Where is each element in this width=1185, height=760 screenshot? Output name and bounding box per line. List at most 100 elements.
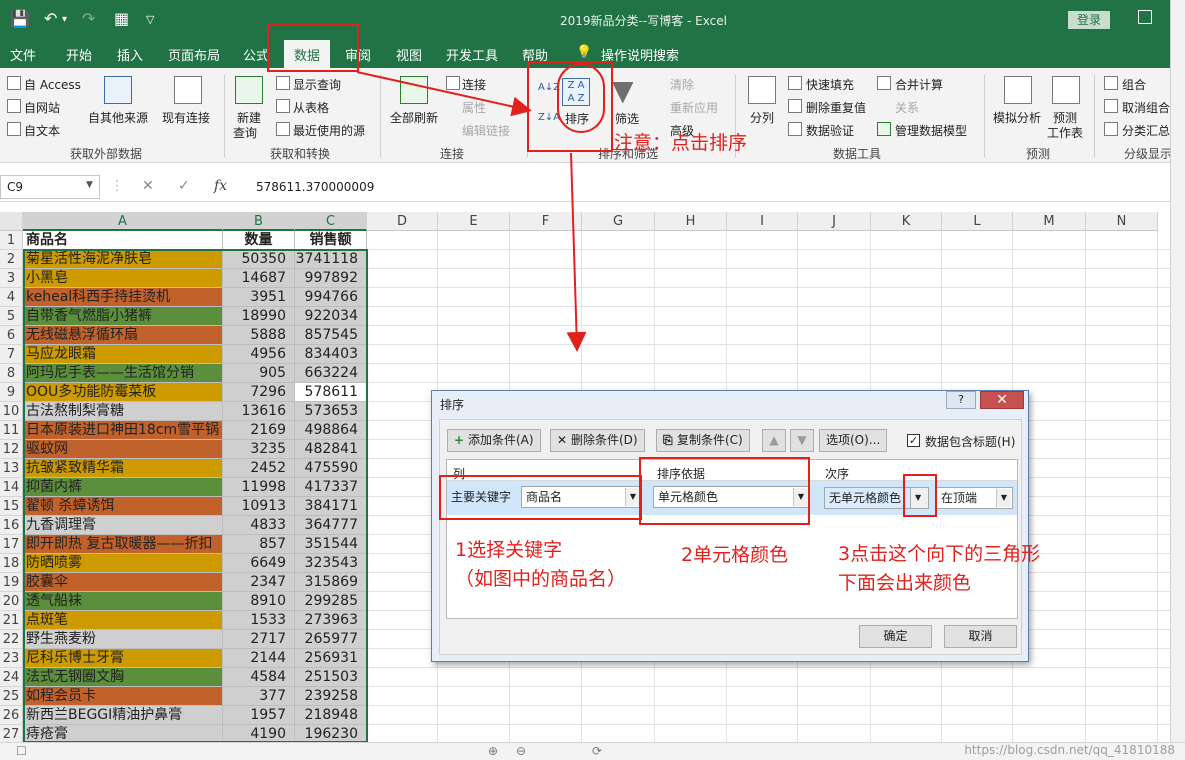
- row-header[interactable]: 21: [0, 611, 23, 630]
- row-header[interactable]: 26: [0, 706, 23, 725]
- tab-view[interactable]: 视图: [396, 45, 422, 64]
- row-header[interactable]: 22: [0, 630, 23, 649]
- manage-data-model-button[interactable]: 管理数据模型: [895, 122, 967, 139]
- row-header[interactable]: 13: [0, 459, 23, 478]
- recent-sources-button[interactable]: 最近使用的源: [293, 122, 365, 139]
- save-icon[interactable]: 💾: [10, 9, 30, 28]
- sales-cell[interactable]: 857545: [295, 326, 367, 345]
- quantity-cell[interactable]: 4956: [223, 345, 295, 364]
- quantity-cell[interactable]: 857: [223, 535, 295, 554]
- sales-cell[interactable]: 498864: [295, 421, 367, 440]
- data-validation-button[interactable]: 数据验证: [806, 122, 854, 139]
- row-header[interactable]: 7: [0, 345, 23, 364]
- ungroup-button[interactable]: 取消组合: [1122, 99, 1170, 116]
- quantity-cell[interactable]: 6649: [223, 554, 295, 573]
- sales-cell[interactable]: 265977: [295, 630, 367, 649]
- product-name-cell[interactable]: 防晒喷雾: [23, 554, 223, 573]
- ok-button[interactable]: 确定: [859, 625, 932, 648]
- cancel-button[interactable]: 取消: [944, 625, 1017, 648]
- product-name-cell[interactable]: 法式无钢圈文胸: [23, 668, 223, 687]
- tab-formulas[interactable]: 公式: [243, 45, 269, 64]
- sales-cell[interactable]: 239258: [295, 687, 367, 706]
- refresh-all-button[interactable]: 全部刷新: [390, 109, 438, 126]
- sales-cell[interactable]: 351544: [295, 535, 367, 554]
- product-name-cell[interactable]: 抗皱紧致精华霜: [23, 459, 223, 478]
- flash-fill-button[interactable]: 快速填充: [806, 76, 854, 93]
- quantity-cell[interactable]: 4833: [223, 516, 295, 535]
- sales-cell[interactable]: 364777: [295, 516, 367, 535]
- has-headers-checkbox[interactable]: ✓: [907, 434, 920, 447]
- properties-button[interactable]: 属性: [462, 99, 486, 116]
- column-header-m[interactable]: M: [1013, 212, 1086, 231]
- group-button[interactable]: 组合: [1122, 76, 1146, 93]
- header-cell[interactable]: 数量: [223, 231, 295, 250]
- sales-cell[interactable]: 922034: [295, 307, 367, 326]
- row-header[interactable]: 16: [0, 516, 23, 535]
- insert-function-icon[interactable]: fx: [214, 178, 227, 194]
- quantity-cell[interactable]: 4190: [223, 725, 295, 742]
- column-header-l[interactable]: L: [942, 212, 1013, 231]
- row-header[interactable]: 24: [0, 668, 23, 687]
- row-header[interactable]: 19: [0, 573, 23, 592]
- relationships-button[interactable]: 关系: [895, 99, 919, 116]
- name-box-dropdown-icon[interactable]: ▼: [86, 180, 93, 190]
- sales-cell[interactable]: 834403: [295, 345, 367, 364]
- quantity-cell[interactable]: 1957: [223, 706, 295, 725]
- quantity-cell[interactable]: 2347: [223, 573, 295, 592]
- product-name-cell[interactable]: 如程会员卡: [23, 687, 223, 706]
- product-name-cell[interactable]: keheal科西手持挂烫机: [23, 288, 223, 307]
- undo-icon[interactable]: ↶: [44, 9, 57, 28]
- product-name-cell[interactable]: 抑菌内裤: [23, 478, 223, 497]
- quantity-cell[interactable]: 14687: [223, 269, 295, 288]
- quantity-cell[interactable]: 3951: [223, 288, 295, 307]
- product-name-cell[interactable]: 痔疮膏: [23, 725, 223, 742]
- tab-developer[interactable]: 开发工具: [446, 45, 498, 64]
- sales-cell[interactable]: 3741118: [295, 250, 367, 269]
- column-header-n[interactable]: N: [1086, 212, 1158, 231]
- column-header-h[interactable]: H: [655, 212, 727, 231]
- quantity-cell[interactable]: 2144: [223, 649, 295, 668]
- quantity-cell[interactable]: 3235: [223, 440, 295, 459]
- select-all-corner[interactable]: [0, 212, 23, 231]
- sales-cell[interactable]: 273963: [295, 611, 367, 630]
- quantity-cell[interactable]: 4584: [223, 668, 295, 687]
- sales-cell[interactable]: 482841: [295, 440, 367, 459]
- product-name-cell[interactable]: 翟顿 杀蟑诱饵: [23, 497, 223, 516]
- remove-duplicates-button[interactable]: 删除重复值: [806, 99, 866, 116]
- copy-level-button[interactable]: ⎘ 复制条件(C): [656, 429, 750, 452]
- row-header[interactable]: 8: [0, 364, 23, 383]
- move-down-button[interactable]: ▼: [790, 429, 814, 452]
- product-name-cell[interactable]: 透气船袜: [23, 592, 223, 611]
- column-header-j[interactable]: J: [798, 212, 871, 231]
- row-header[interactable]: 10: [0, 402, 23, 421]
- sales-cell[interactable]: 256931: [295, 649, 367, 668]
- tab-home[interactable]: 开始: [66, 45, 92, 64]
- row-header[interactable]: 6: [0, 326, 23, 345]
- quantity-cell[interactable]: 5888: [223, 326, 295, 345]
- column-header-a[interactable]: A: [23, 212, 223, 231]
- column-header-d[interactable]: D: [367, 212, 438, 231]
- column-header-k[interactable]: K: [871, 212, 942, 231]
- row-header[interactable]: 3: [0, 269, 23, 288]
- quantity-cell[interactable]: 8910: [223, 592, 295, 611]
- product-name-cell[interactable]: 自带香气燃脂小猪裤: [23, 307, 223, 326]
- product-name-cell[interactable]: 阿玛尼手表——生活馆分销: [23, 364, 223, 383]
- column-header-e[interactable]: E: [438, 212, 510, 231]
- product-name-cell[interactable]: OOU多功能防霉菜板: [23, 383, 223, 402]
- move-up-button[interactable]: ▲: [762, 429, 786, 452]
- connections-button[interactable]: 连接: [462, 76, 486, 93]
- row-header[interactable]: 9: [0, 383, 23, 402]
- product-name-cell[interactable]: 小黑皂: [23, 269, 223, 288]
- row-header[interactable]: 18: [0, 554, 23, 573]
- reapply-button[interactable]: 重新应用: [670, 99, 718, 116]
- login-button[interactable]: 登录: [1068, 11, 1110, 29]
- tab-file[interactable]: 文件: [10, 45, 36, 64]
- product-name-cell[interactable]: 野生燕麦粉: [23, 630, 223, 649]
- quantity-cell[interactable]: 905: [223, 364, 295, 383]
- customize-toolbar-icon[interactable]: ▽: [146, 13, 154, 26]
- from-text-button[interactable]: 自文本: [24, 122, 60, 139]
- order-position-select[interactable]: 在顶端 ▼: [936, 487, 1013, 509]
- undo-dropdown-icon[interactable]: ▾: [62, 14, 67, 25]
- cancel-icon[interactable]: ✕: [142, 178, 154, 194]
- from-table-button[interactable]: 从表格: [293, 99, 329, 116]
